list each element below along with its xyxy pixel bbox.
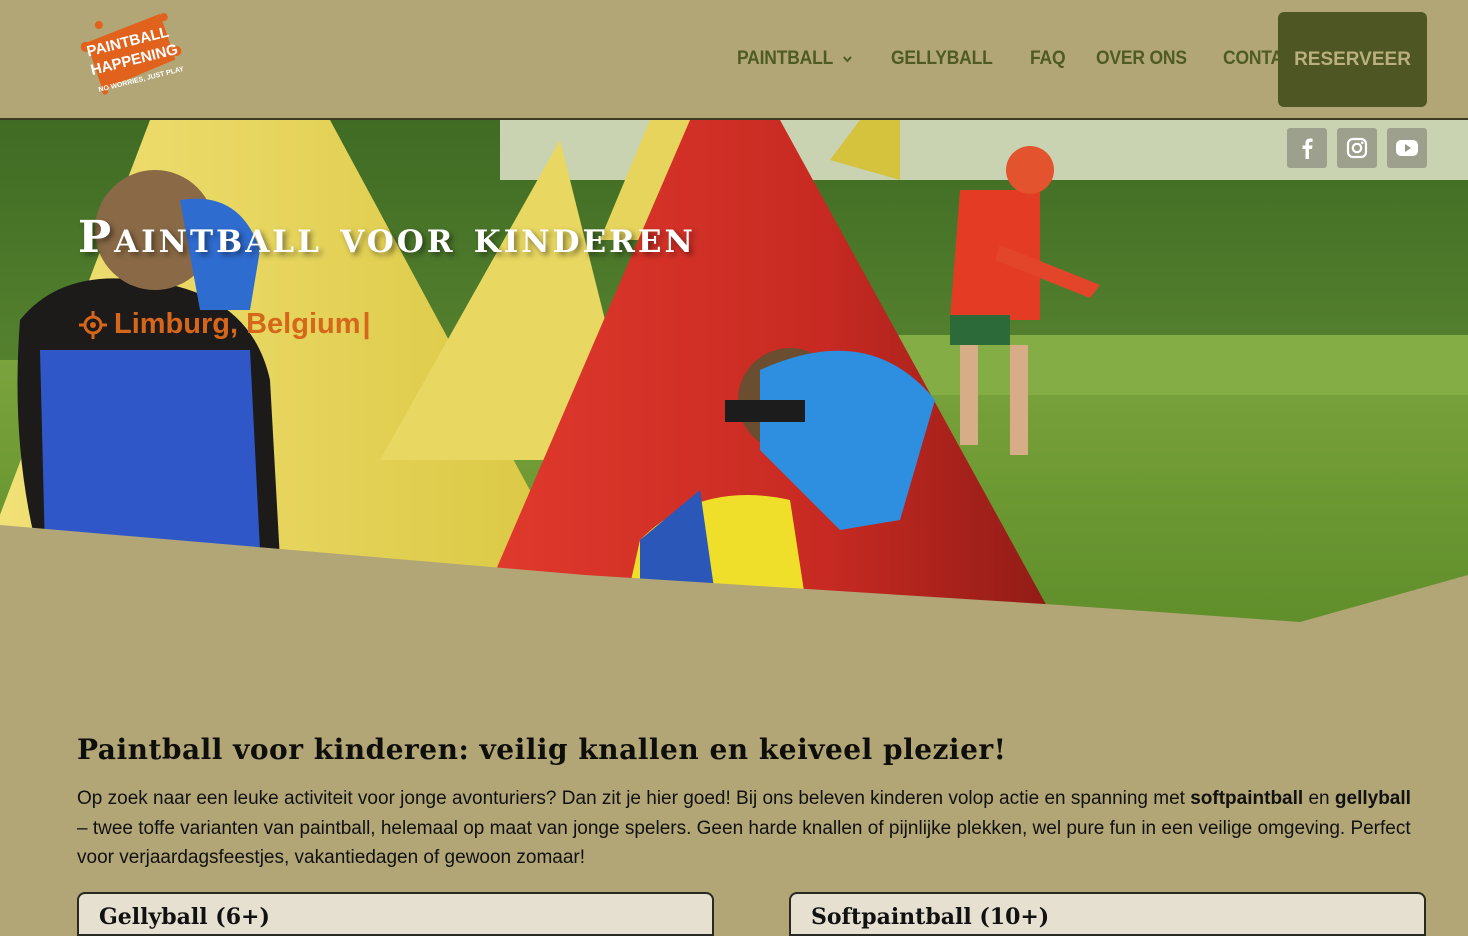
reserve-button[interactable]: RESERVEER bbox=[1278, 12, 1427, 107]
nav-item-paintball[interactable]: PAINTBALL bbox=[737, 48, 853, 70]
hero-photo bbox=[0, 120, 1468, 630]
nav-item-label: OVER ONS bbox=[1096, 48, 1188, 69]
card-title: Gellyball (6+) bbox=[99, 904, 270, 930]
intro-text: Op zoek naar een leuke activiteit voor j… bbox=[77, 788, 1191, 809]
hero-section: Paintball voor kinderen Limburg, Belgium… bbox=[0, 120, 1468, 630]
crosshair-icon bbox=[79, 310, 107, 339]
nav-item-label: FAQ bbox=[1029, 48, 1066, 69]
main-nav: PAINTBALL GELLYBALL FAQ OVER ONS CONTACT bbox=[737, 0, 1341, 118]
intro-text: – twee toffe varianten van paintball, he… bbox=[77, 817, 1411, 869]
hero-location: Limburg, Belgium | bbox=[78, 308, 371, 341]
site-header: PAINTBALL HAPPENING NO WORRIES, JUST PLA… bbox=[0, 0, 1468, 120]
card-gellyball[interactable]: Gellyball (6+) bbox=[77, 892, 714, 936]
nav-item-gellyball[interactable]: GELLYBALL bbox=[891, 48, 993, 70]
youtube-icon[interactable] bbox=[1387, 128, 1427, 168]
section-title: Paintball voor kinderen: veilig knallen … bbox=[77, 733, 1007, 766]
hero-location-text: Limburg, Belgium bbox=[114, 308, 361, 340]
nav-item-faq[interactable]: FAQ bbox=[1029, 48, 1066, 70]
typing-cursor: | bbox=[362, 308, 371, 340]
intro-highlight-gellyball: gellyball bbox=[1334, 788, 1411, 809]
chevron-down-icon bbox=[843, 56, 853, 63]
card-softpaintball[interactable]: Softpaintball (10+) bbox=[789, 892, 1426, 936]
hero-title: Paintball voor kinderen bbox=[78, 212, 696, 263]
intro-text: en bbox=[1303, 788, 1335, 809]
reserve-button-label: RESERVEER bbox=[1294, 48, 1411, 70]
nav-item-label: PAINTBALL bbox=[737, 48, 834, 69]
site-logo[interactable]: PAINTBALL HAPPENING NO WORRIES, JUST PLA… bbox=[78, 12, 186, 106]
nav-item-label: GELLYBALL bbox=[891, 48, 994, 69]
intro-highlight-softpaintball: softpaintball bbox=[1190, 788, 1304, 809]
nav-item-over-ons[interactable]: OVER ONS bbox=[1096, 48, 1187, 70]
intro-paragraph: Op zoek naar een leuke activiteit voor j… bbox=[77, 784, 1422, 873]
instagram-icon[interactable] bbox=[1337, 128, 1377, 168]
facebook-icon[interactable] bbox=[1287, 128, 1327, 168]
card-title: Softpaintball (10+) bbox=[811, 904, 1050, 930]
